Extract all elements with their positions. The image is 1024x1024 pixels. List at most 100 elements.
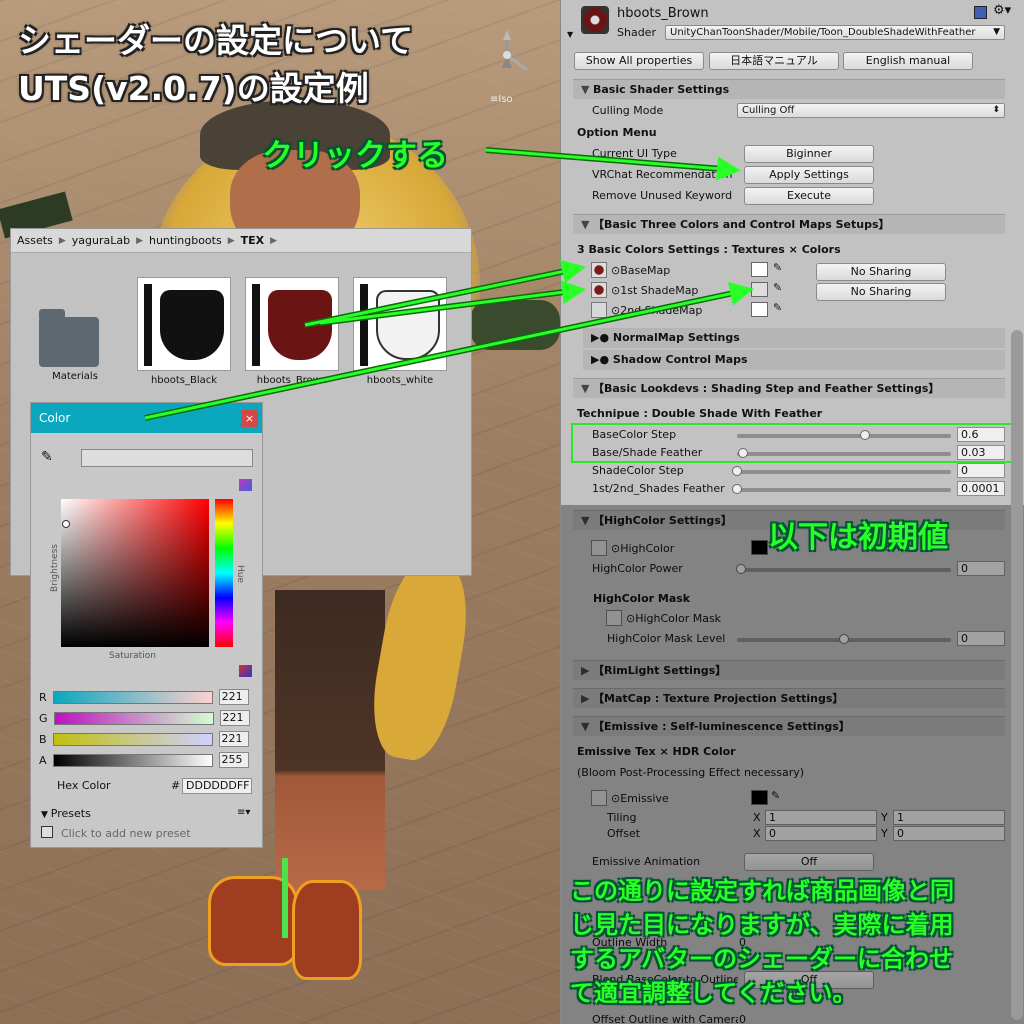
help-icon[interactable] xyxy=(974,6,987,19)
section-normalmap[interactable]: ▶● NormalMap Settings xyxy=(583,328,1005,348)
highcolor-color[interactable] xyxy=(751,540,768,555)
offset-y-input[interactable]: 0 xyxy=(893,826,1005,841)
add-preset-icon[interactable] xyxy=(41,826,53,838)
section-lookdevs[interactable]: ▼ 【Basic Lookdevs : Shading Step and Feat… xyxy=(573,378,1005,398)
section-three-colors[interactable]: ▼ 【Basic Three Colors and Control Maps Se… xyxy=(573,214,1005,234)
presets-toggle[interactable]: ▼ Presets xyxy=(41,807,91,820)
tiling-y-input[interactable]: 1 xyxy=(893,810,1005,825)
section-basic-shader-settings[interactable]: ▼ Basic Shader Settings xyxy=(573,79,1005,99)
basemap-texture-slot[interactable] xyxy=(591,262,607,278)
section-emissive[interactable]: ▼ 【Emissive : Self-luminescence Settings】 xyxy=(573,716,1005,736)
emissive-color[interactable] xyxy=(751,790,768,805)
eyedropper-icon[interactable]: ✎ xyxy=(773,281,782,294)
asset-hboots-white[interactable]: hboots_white xyxy=(353,277,447,386)
english-manual-button[interactable]: English manual xyxy=(843,52,973,70)
2nd-shademap-color[interactable] xyxy=(751,302,768,317)
channel-slider-r[interactable] xyxy=(52,690,213,704)
basemap-color[interactable] xyxy=(751,262,768,277)
channel-slider-a[interactable] xyxy=(52,753,213,767)
highcolor-label: ⊙HighColor xyxy=(611,542,675,555)
section-shadow-control-maps[interactable]: ▶● Shadow Control Maps xyxy=(583,350,1005,370)
channel-input-a[interactable]: 255 xyxy=(218,752,249,768)
hex-input[interactable]: DDDDDDFF xyxy=(182,778,252,794)
highcolor-power-input[interactable]: 0 xyxy=(957,561,1005,576)
breadcrumb-tex[interactable]: TEX xyxy=(241,234,265,247)
channel-slider-g[interactable] xyxy=(53,711,214,725)
chevron-down-icon: ▼ xyxy=(581,514,590,527)
channel-input-b[interactable]: 221 xyxy=(218,731,249,747)
1st-shademap-color[interactable] xyxy=(751,282,768,297)
hue-slider[interactable] xyxy=(215,499,233,647)
shadecolor-step-slider[interactable] xyxy=(737,470,951,474)
breadcrumb-yaguralab[interactable]: yaguraLab xyxy=(72,234,130,247)
color-picker-title: Color xyxy=(39,411,71,425)
offset-x-input[interactable]: 0 xyxy=(765,826,877,841)
scene-view[interactable]: ≡Iso シェーダーの設定について UTS(v2.0.7)の設定例 Assets… xyxy=(0,0,560,1024)
folder-icon xyxy=(39,309,99,367)
collapse-icon[interactable]: ▼ xyxy=(567,30,573,39)
highcolor-texture-slot[interactable] xyxy=(591,540,607,556)
tiling-x-input[interactable]: 1 xyxy=(765,810,877,825)
japanese-manual-button[interactable]: 日本語マニュアル xyxy=(709,52,839,70)
color-picker-header[interactable]: Color xyxy=(31,403,262,433)
tiling-y-label: Y xyxy=(881,811,888,824)
asset-hboots-black[interactable]: hboots_Black xyxy=(137,277,231,386)
section-matcap[interactable]: ▶ 【MatCap : Texture Projection Settings】 xyxy=(573,688,1005,708)
eyedropper-icon[interactable]: ✎ xyxy=(773,301,782,314)
saturation-label: Saturation xyxy=(109,651,156,661)
eyedropper-icon[interactable]: ✎ xyxy=(771,789,780,802)
boot-right[interactable] xyxy=(292,880,362,980)
1st-shademap-texture-slot[interactable] xyxy=(591,282,607,298)
channel-input-r[interactable]: 221 xyxy=(218,689,249,705)
close-icon[interactable]: × xyxy=(241,410,258,427)
asset-hboots-brown[interactable]: hboots_Brown xyxy=(245,277,339,386)
offset-outline-value[interactable]: 0 xyxy=(739,1013,746,1024)
color-mode-icon[interactable] xyxy=(239,479,252,491)
breadcrumb-huntingboots[interactable]: huntingboots xyxy=(149,234,222,247)
scene-gizmo-icon[interactable] xyxy=(482,30,532,85)
move-gizmo-icon[interactable] xyxy=(282,858,288,938)
eyedropper-icon[interactable]: ✎ xyxy=(41,449,53,465)
sv-cursor[interactable] xyxy=(62,520,70,528)
gizmo-projection-label[interactable]: ≡Iso xyxy=(490,94,513,105)
emissive-texture-slot[interactable] xyxy=(591,790,607,806)
emissive-animation-button[interactable]: Off xyxy=(744,853,874,871)
bottom-note-line: するアバターのシェーダーに合わせ xyxy=(570,945,954,973)
asset-materials-folder[interactable]: Materials xyxy=(29,277,121,382)
highcolor-power-label: HighColor Power xyxy=(592,562,683,575)
execute-button[interactable]: Execute xyxy=(744,187,874,205)
slider-knob[interactable] xyxy=(732,484,742,494)
highcolor-mask-texture-slot[interactable] xyxy=(606,610,622,626)
bottom-note: この通りに設定すれば商品画像と同 じ見た目になりますが、実際に着用 するアバター… xyxy=(570,874,1020,1010)
character-legs xyxy=(275,590,385,890)
slider-knob[interactable] xyxy=(736,564,746,574)
breadcrumb: Assets ▶ yaguraLab ▶ huntingboots ▶ TEX ▶ xyxy=(11,229,471,253)
slider-mode-icon[interactable] xyxy=(239,665,252,677)
gear-icon[interactable]: ⚙▾ xyxy=(993,3,1011,18)
bottom-note-line: じ見た目になりますが、実際に着用 xyxy=(570,911,954,939)
basemap-sharing-button[interactable]: No Sharing xyxy=(816,263,946,281)
shades-feather-input[interactable]: 0.0001 xyxy=(957,481,1005,496)
apply-settings-button[interactable]: Apply Settings xyxy=(744,166,874,184)
breadcrumb-assets[interactable]: Assets xyxy=(17,234,53,247)
1st-shademap-sharing-button[interactable]: No Sharing xyxy=(816,283,946,301)
highcolor-mask-level-input[interactable]: 0 xyxy=(957,631,1005,646)
tiling-x-label: X xyxy=(753,811,761,824)
saturation-brightness-field[interactable] xyxy=(61,499,209,647)
shader-dropdown[interactable]: UnityChanToonShader/Mobile/Toon_DoubleSh… xyxy=(665,25,1005,40)
section-rimlight[interactable]: ▶ 【RimLight Settings】 xyxy=(573,660,1005,680)
slider-knob[interactable] xyxy=(732,466,742,476)
shades-feather-slider[interactable] xyxy=(737,488,951,492)
show-all-properties-button[interactable]: Show All properties xyxy=(574,52,704,70)
ui-type-button[interactable]: Biginner xyxy=(744,145,874,163)
highcolor-power-slider[interactable] xyxy=(737,568,951,572)
eyedropper-icon[interactable]: ✎ xyxy=(773,261,782,274)
presets-hint[interactable]: Click to add new preset xyxy=(61,827,191,840)
slider-knob[interactable] xyxy=(839,634,849,644)
channel-input-g[interactable]: 221 xyxy=(219,710,250,726)
shadecolor-step-input[interactable]: 0 xyxy=(957,463,1005,478)
2nd-shademap-texture-slot[interactable] xyxy=(591,302,607,318)
channel-slider-b[interactable] xyxy=(52,732,213,746)
culling-mode-dropdown[interactable]: Culling Off ⬍ xyxy=(737,103,1005,118)
presets-menu-icon[interactable]: ≡▾ xyxy=(237,807,250,818)
